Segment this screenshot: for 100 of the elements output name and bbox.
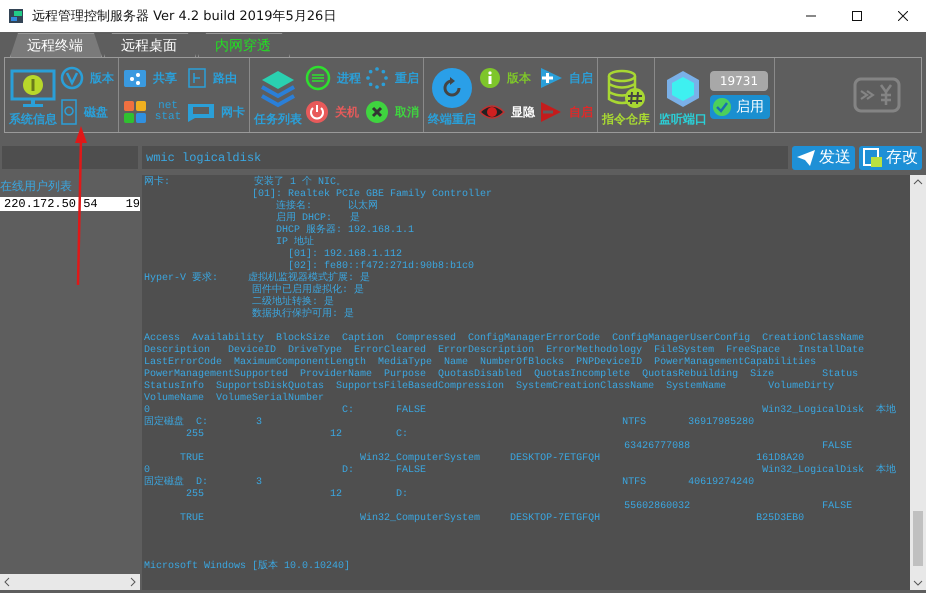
console-line: 固定磁盘 C: 3 NTFS 36917985280 <box>144 417 756 429</box>
toolbar-button[interactable]: 重启 <box>365 66 419 90</box>
console-line: 固定磁盘 D: 3 NTFS 40619274240 <box>144 477 756 489</box>
window-title: 远程管理控制服务器 Ver 4.2 build 2019年5月26日 <box>32 8 338 25</box>
button-label: 关机 <box>335 104 359 120</box>
button-label: 自启 <box>569 104 593 120</box>
save-button[interactable]: 存改 <box>859 146 922 170</box>
tab[interactable]: 内网穿透 <box>198 33 290 57</box>
console-line: [01]: Realtek PCIe GBE Family Controller <box>251 189 494 200</box>
maximize-icon <box>852 11 862 21</box>
console-line: LastErrorCode MaximumComponentLength MediaType Name NumberOfBlocks PNPDeviceID PowerManagementCapabilities <box>144 357 818 368</box>
toolbar-button[interactable]: 监听端口 <box>659 62 707 128</box>
command-field[interactable]: wmic logicaldisk <box>142 146 788 169</box>
tab[interactable]: 远程桌面 <box>104 33 196 57</box>
console-line: Description DeviceID DriveType ErrorCleared ErrorDescription ErrorMethodology FileSystem FreeSpace InstallDate <box>144 345 866 356</box>
toolbar-button[interactable]: 指令仓库 <box>602 62 650 128</box>
toolbar-button[interactable]: 关机 <box>305 100 361 124</box>
button-label: 网卡 <box>221 104 245 120</box>
cancel-icon <box>365 100 389 124</box>
eye-icon <box>479 103 505 121</box>
enable-button[interactable]: 启用 <box>710 95 770 119</box>
database-icon <box>606 69 646 109</box>
toolbar-button[interactable]: 版本 <box>479 67 535 89</box>
toolbar-button[interactable]: 版本 <box>60 66 114 90</box>
console-line: 255 12 C: <box>185 429 410 441</box>
horizontal-scrollbar[interactable] <box>0 574 140 590</box>
router-icon <box>187 67 207 89</box>
button-label: 进程 <box>337 70 361 86</box>
console-line: Access Availability BlockSize Caption Compressed ConfigManagerErrorCode ConfigManagerUserConfig CreationClassName <box>144 333 866 344</box>
toolbar-button[interactable]: 终端重启 <box>428 62 476 128</box>
console-line: 63426777088 FALSE <box>623 441 854 453</box>
console-line: 255 12 D: <box>185 489 410 501</box>
power-icon <box>305 100 329 124</box>
colored-squares-icon <box>123 100 147 124</box>
v-logo-icon <box>60 66 84 90</box>
toolbar-button[interactable]: 网卡 <box>187 101 245 123</box>
button-label: net stat <box>154 101 182 123</box>
console-line: 0 D: FALSE Win32_LogicalDisk 本地 <box>144 465 898 476</box>
button-label: 监听端口 <box>659 111 707 128</box>
button-label: 显隐 <box>511 104 535 120</box>
console-line: 启用 DHCP: 是 <box>275 213 362 224</box>
app-icon <box>8 8 24 24</box>
button-label: 共享 <box>153 70 177 86</box>
loading-dots-icon <box>365 66 389 90</box>
console-line: 连接名: 以太网 <box>275 201 380 212</box>
toolbar-button[interactable]: 系统信息 <box>9 62 57 128</box>
payment-icon <box>853 77 901 113</box>
toolbar-button[interactable]: net stat <box>123 100 183 124</box>
console-line: 0 C: FALSE Win32_LogicalDisk 本地 <box>144 405 898 416</box>
toolbar-button[interactable]: 自启 <box>539 67 593 89</box>
toolbar-button[interactable]: 显隐 <box>479 103 535 121</box>
console-line: [02]: fe80::f472:271d:90b8:b1c0 <box>288 261 476 272</box>
console-line: Hyper-V 要求: 虚拟机监视器模式扩展: 是 <box>144 273 372 284</box>
port-field[interactable]: 19731 <box>710 71 768 91</box>
console-line: VolumeName VolumeSerialNumber <box>144 393 326 405</box>
tab[interactable]: 远程终端 <box>10 33 102 57</box>
toolbar-button[interactable]: 路由 <box>187 67 245 89</box>
button-label: 指令仓库 <box>602 111 650 128</box>
paper-plane-icon <box>796 148 816 166</box>
info-icon <box>479 67 501 89</box>
console-line: TRUE Win32_ComputerSystem DESKTOP-7ETGFQH B25D3EB0 <box>179 513 806 525</box>
console-line: DHCP 服务器: 192.168.1.1 <box>275 225 416 236</box>
layers-icon <box>260 69 296 109</box>
button-label: 终端重启 <box>428 111 476 128</box>
console-line: TRUE Win32_ComputerSystem DESKTOP-7ETGFQH 161D8A20 <box>179 453 806 464</box>
check-icon <box>712 97 732 117</box>
share-folder-icon <box>123 68 147 88</box>
button-label: 自启 <box>569 70 593 86</box>
console-line: StatusInfo SupportsDiskQuotas SupportsFileBasedCompression SystemCreationClassName SystemName VolumeDirty <box>144 381 836 392</box>
button-label: 路由 <box>213 70 237 86</box>
button-label: 版本 <box>507 70 531 86</box>
toolbar-button[interactable]: 自启 <box>539 101 593 123</box>
scroll-thumb[interactable] <box>913 511 923 566</box>
toolbar-button[interactable]: 任务列表 <box>254 62 302 128</box>
console-line: PowerManagementSupported ProviderName Purpose QuotasDisabled QuotasIncomplete QuotasRebuilding Size Status <box>144 369 860 380</box>
vertical-scrollbar[interactable] <box>910 175 926 590</box>
console-line: IP 地址 <box>275 237 316 248</box>
console-line: 数据执行保护可用: 是 <box>251 309 356 321</box>
input-field[interactable] <box>2 146 138 169</box>
end-icon <box>305 65 331 91</box>
toolbar-button[interactable]: 磁盘 <box>60 99 114 125</box>
console-line: 二级地址转换: 是 <box>251 297 336 308</box>
button-label: 重启 <box>395 70 419 86</box>
console-line: Microsoft Windows [版本 10.0.10240] <box>144 561 352 573</box>
network-card-icon <box>187 101 215 123</box>
console-line: [01]: 192.168.1.112 <box>287 249 404 260</box>
close-icon <box>898 11 908 21</box>
button-label: 系统信息 <box>9 111 57 128</box>
console-line: 固件中已启用虚拟化: 是 <box>251 285 366 296</box>
panel-title: 在线用户列表 <box>0 178 73 195</box>
monitor-icon <box>10 69 56 109</box>
console-line: 网卡: 安装了 1 个 NIC。 <box>144 177 348 188</box>
toolbar-button[interactable]: 取消 <box>365 100 419 124</box>
send-button[interactable]: 发送 <box>792 146 855 170</box>
hexagon-cube-icon <box>665 69 701 109</box>
plus-play-icon <box>539 67 563 89</box>
toolbar-button[interactable]: 进程 <box>305 65 361 91</box>
console-line: 55602860032 FALSE <box>623 501 854 513</box>
toolbar-button[interactable]: 共享 <box>123 68 183 88</box>
button-label: 任务列表 <box>254 111 302 128</box>
